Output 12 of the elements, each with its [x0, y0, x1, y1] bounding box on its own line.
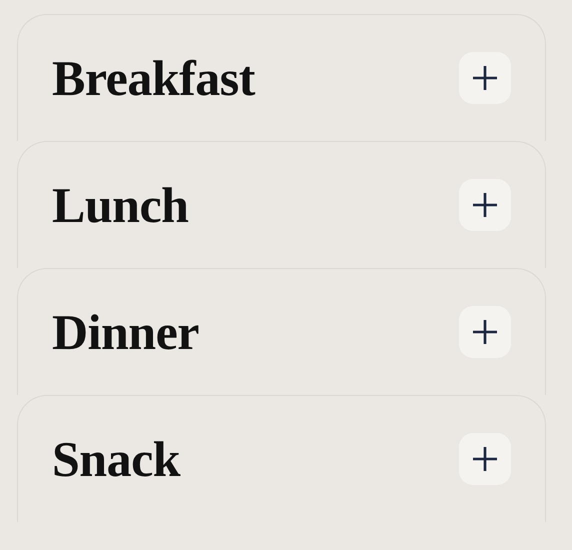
- add-button[interactable]: [459, 179, 511, 231]
- plus-icon: [471, 445, 499, 473]
- add-button[interactable]: [459, 306, 511, 358]
- meal-title: Snack: [52, 430, 180, 488]
- meal-title: Breakfast: [52, 49, 255, 107]
- add-button[interactable]: [459, 433, 511, 485]
- plus-icon: [471, 191, 499, 219]
- add-button[interactable]: [459, 52, 511, 104]
- meal-title: Lunch: [52, 176, 188, 234]
- meal-title: Dinner: [52, 303, 199, 361]
- plus-icon: [471, 64, 499, 92]
- plus-icon: [471, 318, 499, 346]
